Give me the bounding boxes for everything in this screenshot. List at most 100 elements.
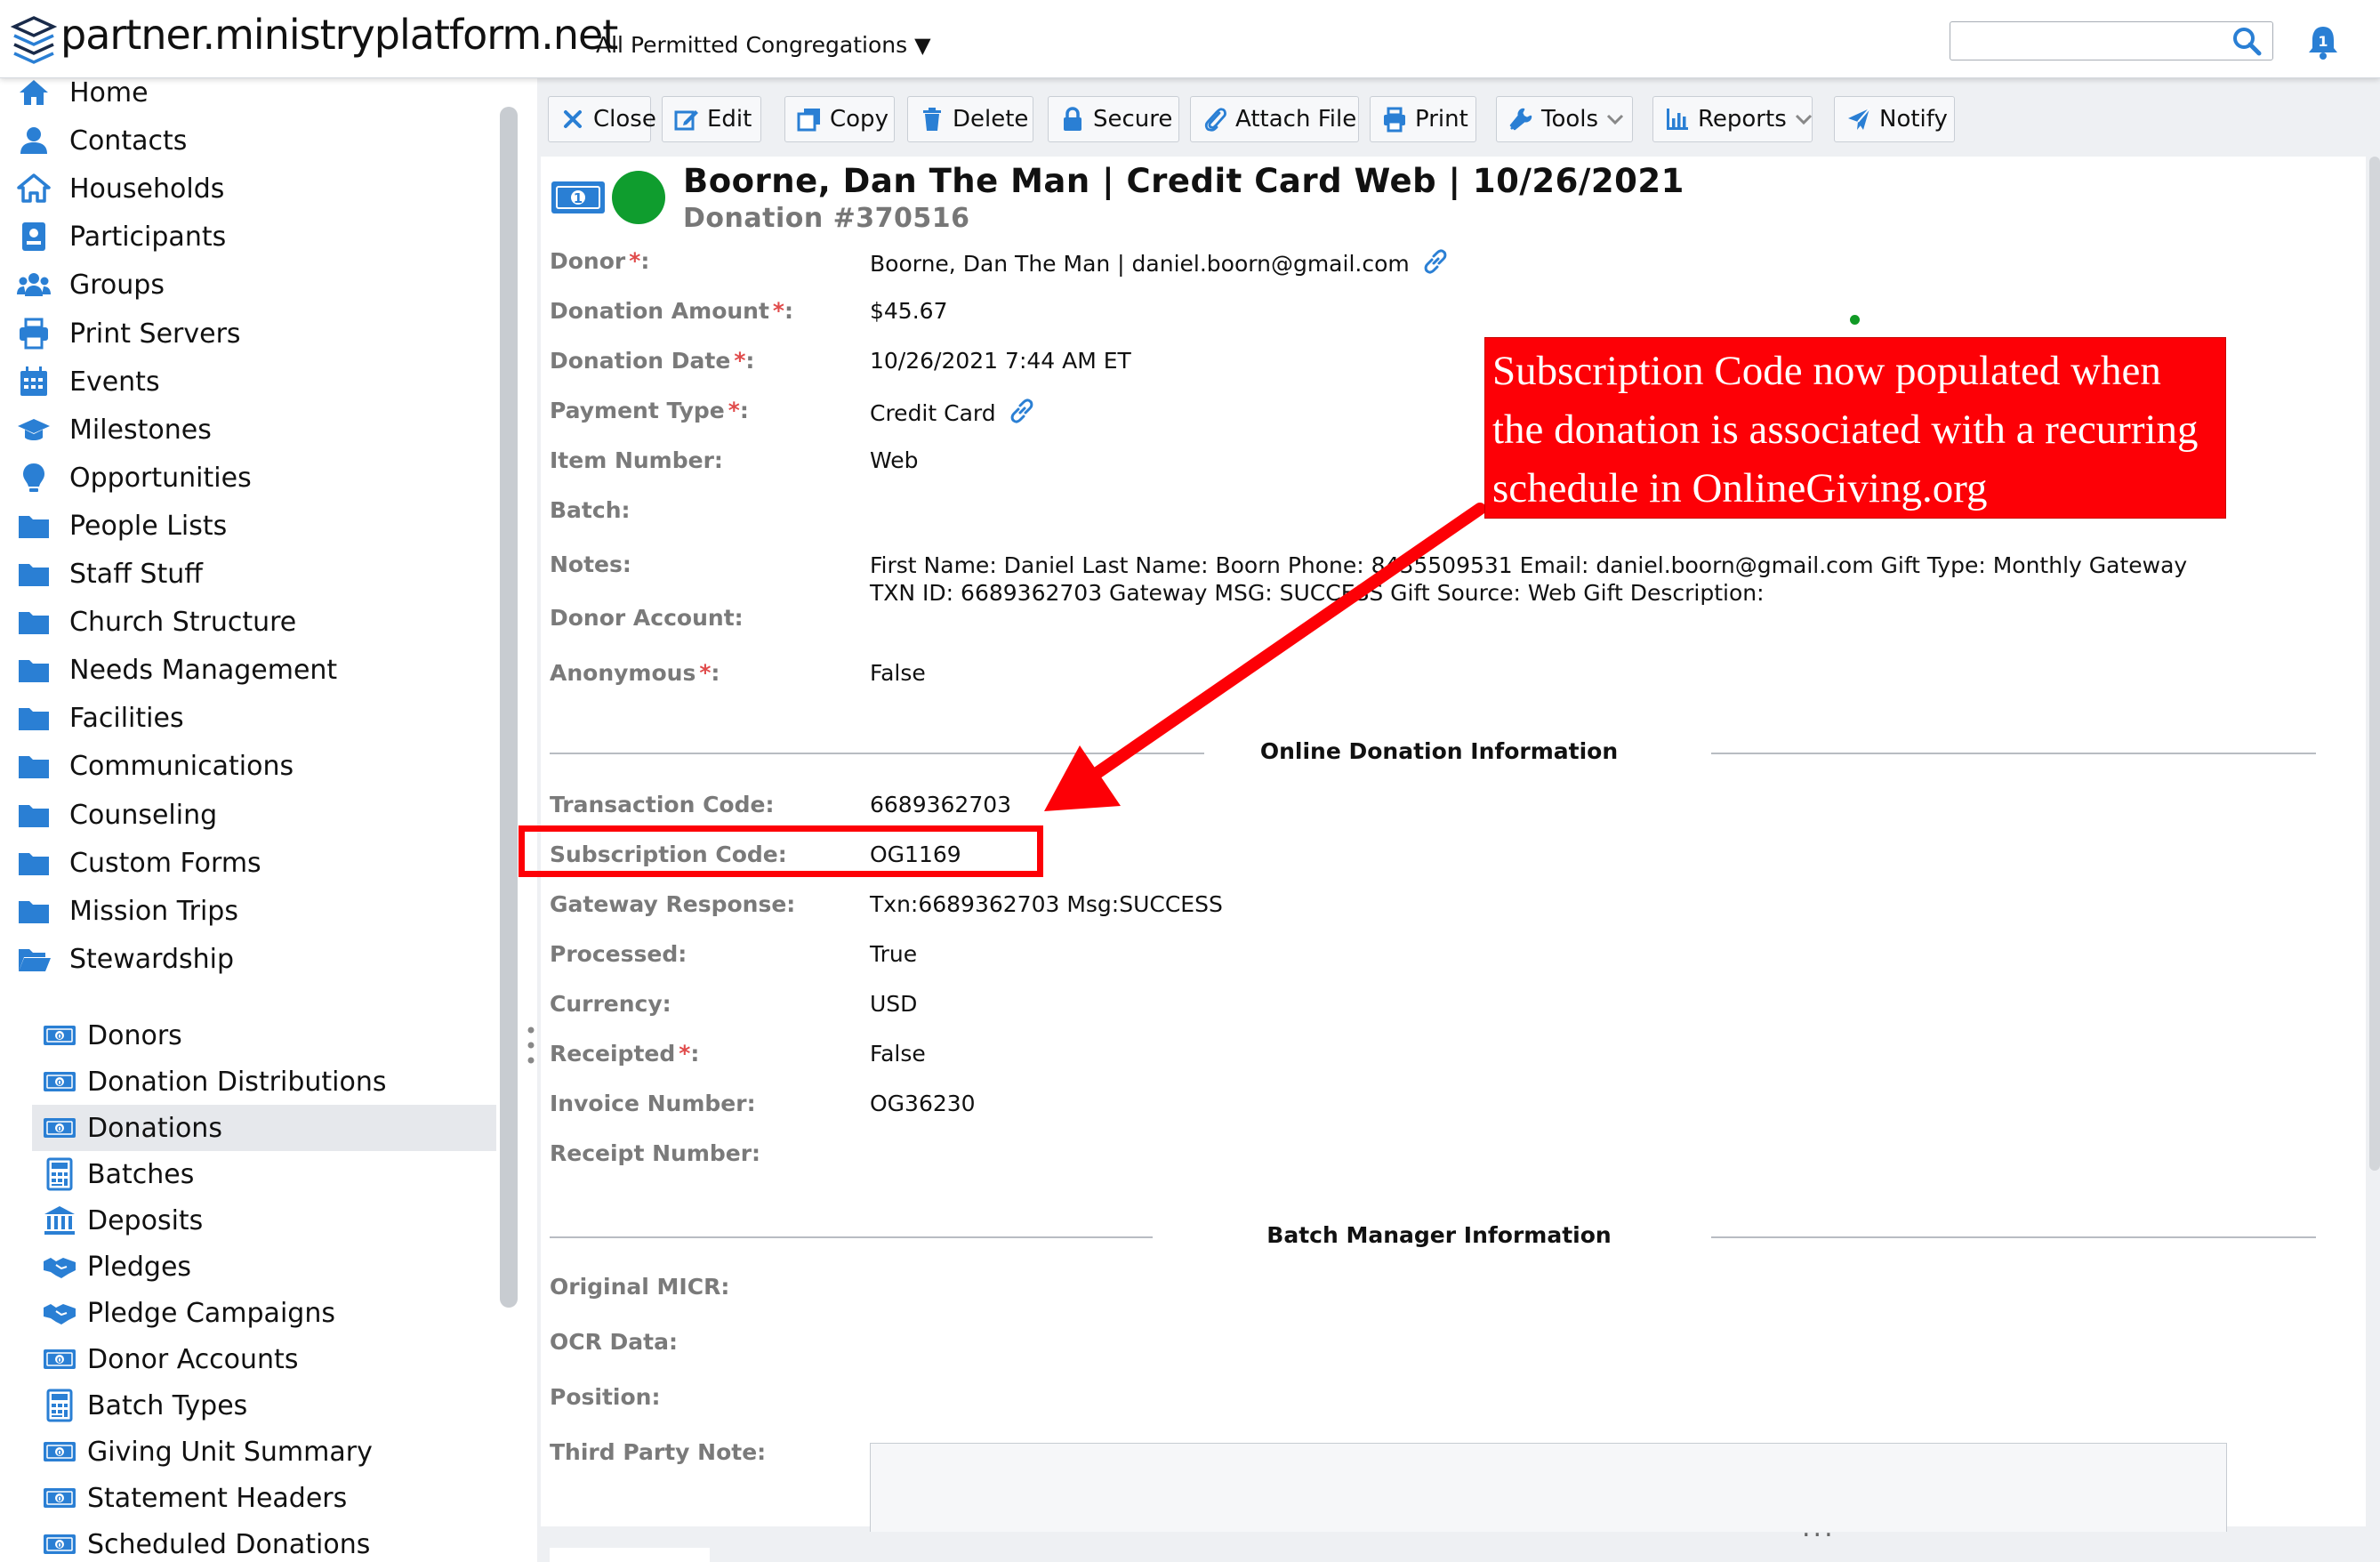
svg-text:0: 0 <box>57 1033 62 1042</box>
sidebar-subitem-statement-headers[interactable]: 0 Statement Headers <box>0 1475 498 1521</box>
sidebar-item-events[interactable]: Events <box>0 358 498 405</box>
folder-icon-wrap <box>14 845 53 881</box>
more-ellipsis[interactable]: ... <box>1802 1512 1836 1543</box>
sidebar-item-communications[interactable]: Communications <box>0 743 498 789</box>
notify-button[interactable]: Notify <box>1834 96 1955 142</box>
tools-dropdown-button[interactable]: Tools <box>1496 96 1633 142</box>
svg-text:0: 0 <box>57 1495 62 1504</box>
main-scrollbar[interactable] <box>2369 157 2380 1171</box>
sidebar-subitem-donation-distributions[interactable]: 0 Donation Distributions <box>0 1059 498 1105</box>
sidebar-subitem-pledge-campaigns[interactable]: Pledge Campaigns <box>0 1290 498 1336</box>
handshake-icon <box>44 1304 76 1324</box>
required-asterisk: * <box>679 1041 691 1067</box>
sidebar-subitem-pledges[interactable]: Pledges <box>0 1244 498 1290</box>
field-third-party-note-label: Third Party Note: <box>550 1439 766 1465</box>
handshake-icon-wrap <box>41 1249 78 1284</box>
notification-bell-icon[interactable]: 1 <box>2305 23 2341 60</box>
field-donation-amount-value-text: $45.67 <box>870 298 948 324</box>
sidebar-item-groups[interactable]: Groups <box>0 262 498 308</box>
reports-button-label: Reports <box>1698 106 1787 133</box>
edit-button[interactable]: Edit <box>662 96 761 142</box>
sidebar-item-participants[interactable]: Participants <box>0 213 498 260</box>
field-processed-label: Processed: <box>550 941 687 967</box>
delete-button[interactable]: Delete <box>907 96 1033 142</box>
secure-button[interactable]: Secure <box>1048 96 1179 142</box>
sidebar-item-label: Participants <box>69 221 227 253</box>
sidebar-subitem-deposits[interactable]: Deposits <box>0 1197 498 1244</box>
bar-chart-icon <box>1667 109 1688 130</box>
third-party-note-textarea[interactable] <box>870 1443 2227 1532</box>
field-donor-account-label: Donor Account: <box>550 605 744 631</box>
sidebar-subitem-batches[interactable]: Batches <box>0 1151 498 1197</box>
sidebar-subitem-label: Statement Headers <box>87 1482 348 1514</box>
search-icon[interactable] <box>2231 25 2263 57</box>
field-item-number-value-text: Web <box>870 447 919 473</box>
field-donation-date-value-text: 10/26/2021 7:44 AM ET <box>870 348 1131 374</box>
sidebar-item-facilities[interactable]: Facilities <box>0 695 498 741</box>
panel-splitter-handle[interactable] <box>527 1025 535 1066</box>
field-receipted-label-text: Receipted <box>550 1041 676 1067</box>
sidebar-item-needs-management[interactable]: Needs Management <box>0 647 498 693</box>
calculator-icon-wrap <box>41 1156 78 1192</box>
field-processed-label-text: Processed: <box>550 941 687 967</box>
folder-icon <box>19 805 49 827</box>
sidebar-scrollbar[interactable] <box>500 107 518 1308</box>
required-asterisk: * <box>699 660 712 686</box>
close-button[interactable]: Close <box>548 96 656 142</box>
bank-icon <box>44 1206 75 1235</box>
sidebar-item-stewardship[interactable]: Stewardship <box>0 936 498 982</box>
caret-down-icon: ▼ <box>914 33 931 58</box>
sidebar-item-milestones[interactable]: Milestones <box>0 407 498 453</box>
link-icon[interactable] <box>1422 248 1449 275</box>
copy-icon <box>797 109 820 132</box>
print-button[interactable]: Print <box>1370 96 1476 142</box>
congregation-selector[interactable]: All Permitted Congregations ▼ <box>596 32 931 58</box>
sidebar-item-church-structure[interactable]: Church Structure <box>0 599 498 645</box>
sidebar-item-contacts[interactable]: Contacts <box>0 117 498 164</box>
sidebar-item-counseling[interactable]: Counseling <box>0 792 498 838</box>
sidebar-item-mission-trips[interactable]: Mission Trips <box>0 888 498 934</box>
sidebar-item-label: Needs Management <box>69 654 338 686</box>
global-search-input[interactable] <box>1950 21 2273 60</box>
sidebar-subitem-batch-types[interactable]: Batch Types <box>0 1382 498 1429</box>
sidebar-item-print-servers[interactable]: Print Servers <box>0 310 498 357</box>
sidebar-item-custom-forms[interactable]: Custom Forms <box>0 840 498 886</box>
link-icon[interactable] <box>1009 398 1035 424</box>
label-colon: : <box>739 398 749 423</box>
sidebar-subitem-donations[interactable]: 0 Donations <box>32 1105 496 1151</box>
reports-dropdown-button[interactable]: Reports <box>1652 96 1813 142</box>
required-asterisk: * <box>772 298 784 324</box>
sidebar-item-people-lists[interactable]: People Lists <box>0 503 498 549</box>
field-original-micr-label: Original MICR: <box>550 1274 729 1300</box>
label-colon: : <box>784 298 793 324</box>
folder-icon-wrap <box>14 508 53 543</box>
field-item-number-value: Web <box>870 447 919 473</box>
field-item-number-label: Item Number: <box>550 447 723 473</box>
attach-file-button[interactable]: Attach File <box>1190 96 1359 142</box>
sidebar-subitem-label: Donations <box>87 1112 222 1144</box>
field-notes-value: First Name: Daniel Last Name: Boorn Phon… <box>870 552 2222 607</box>
site-title[interactable]: partner.ministryplatform.net <box>60 11 618 59</box>
field-transaction-code-label: Transaction Code: <box>550 792 774 817</box>
calculator-icon-wrap <box>41 1388 78 1423</box>
bank-icon-wrap <box>41 1203 78 1238</box>
field-anonymous-value: False <box>870 660 926 686</box>
field-receipted-value-text: False <box>870 1041 926 1067</box>
edit-icon <box>674 110 698 131</box>
sidebar-item-home[interactable]: Home <box>0 78 498 116</box>
copy-button[interactable]: Copy <box>784 96 895 142</box>
label-colon: : <box>640 248 650 274</box>
printer-icon <box>20 318 48 350</box>
sidebar-item-households[interactable]: Households <box>0 165 498 212</box>
sidebar-subitem-scheduled-donations[interactable]: 0 Scheduled Donations <box>0 1521 498 1562</box>
sidebar-item-opportunities[interactable]: Opportunities <box>0 455 498 501</box>
sidebar-item-label: Facilities <box>69 702 184 734</box>
field-donation-date-label: Donation Date *: <box>550 348 754 374</box>
sidebar-subitem-giving-unit-summary[interactable]: 0 Giving Unit Summary <box>0 1429 498 1475</box>
printer-icon <box>1384 107 1405 133</box>
sidebar-subitem-donor-accounts[interactable]: 0 Donor Accounts <box>0 1336 498 1382</box>
sidebar-subitem-donors[interactable]: 0 Donors <box>0 1012 498 1059</box>
svg-text:1: 1 <box>574 190 583 206</box>
graduation-cap-icon-wrap <box>14 412 53 447</box>
sidebar-item-staff-stuff[interactable]: Staff Stuff <box>0 551 498 597</box>
